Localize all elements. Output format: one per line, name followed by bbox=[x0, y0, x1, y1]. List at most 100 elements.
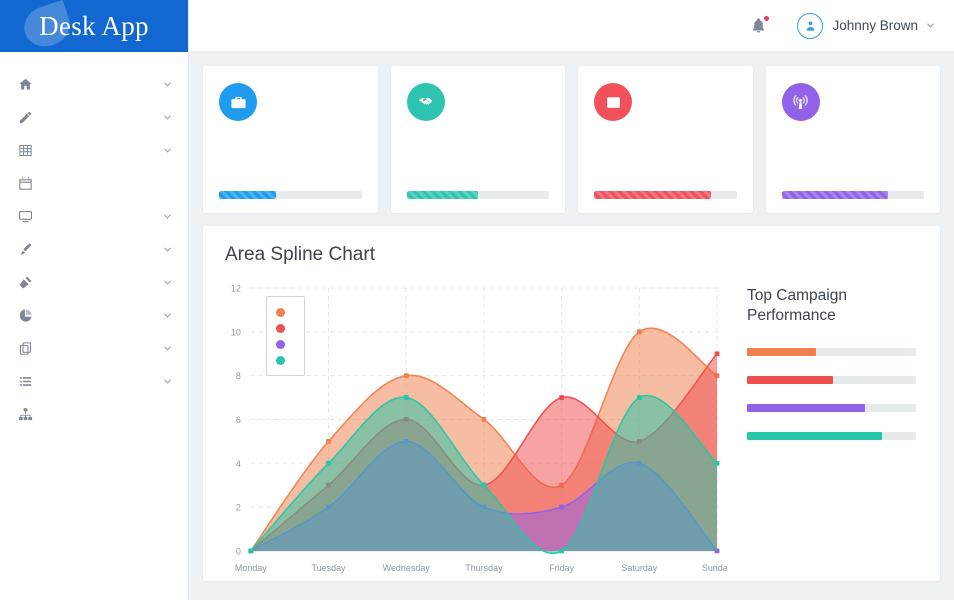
list-icon bbox=[18, 373, 42, 391]
progress-fill bbox=[407, 191, 478, 199]
svg-text:Friday: Friday bbox=[549, 563, 574, 573]
chart-legend bbox=[266, 296, 305, 376]
calendar-icon bbox=[18, 175, 42, 193]
brand-logo[interactable]: Desk App bbox=[0, 0, 188, 52]
campaign-progress-fill bbox=[747, 376, 833, 384]
sidebar-item-sitemap[interactable] bbox=[0, 398, 188, 431]
top-campaign-performance: Top Campaign Performance bbox=[735, 274, 940, 581]
stat-card bbox=[391, 66, 566, 213]
svg-text:10: 10 bbox=[231, 327, 241, 337]
stat-card-meta bbox=[445, 81, 550, 82]
sidebar-item-tables[interactable] bbox=[0, 134, 188, 167]
topbar: Johnny Brown bbox=[189, 0, 954, 52]
chevron-down-icon[interactable] bbox=[162, 145, 174, 157]
campaign-progress-fill bbox=[747, 432, 882, 440]
stat-card bbox=[578, 66, 753, 213]
sidebar-item-charts[interactable] bbox=[0, 299, 188, 332]
window-icon bbox=[594, 83, 632, 121]
stat-card-meta bbox=[632, 81, 737, 82]
svg-text:6: 6 bbox=[236, 415, 241, 425]
campaign-item bbox=[747, 348, 916, 356]
stat-card-progress bbox=[594, 186, 737, 199]
campaign-item bbox=[747, 404, 916, 412]
campaign-progress-track bbox=[747, 348, 916, 356]
progress-track bbox=[407, 191, 550, 199]
stat-card bbox=[766, 66, 941, 213]
legend-item[interactable] bbox=[276, 304, 292, 320]
sidebar-item-forms[interactable] bbox=[0, 101, 188, 134]
notification-badge-dot bbox=[764, 16, 769, 21]
campaign-list bbox=[747, 348, 916, 440]
brand-name: Desk App bbox=[39, 11, 149, 42]
pencil-icon bbox=[18, 109, 42, 127]
svg-text:0: 0 bbox=[236, 546, 241, 556]
chevron-down-icon[interactable] bbox=[162, 244, 174, 256]
sidebar: Desk App bbox=[0, 0, 189, 600]
copy-icon bbox=[18, 340, 42, 358]
chevron-down-icon[interactable] bbox=[162, 376, 174, 388]
stat-card-progress bbox=[782, 186, 925, 199]
chevron-down-icon[interactable] bbox=[162, 310, 174, 322]
stat-cards bbox=[203, 66, 940, 213]
stat-card-progress bbox=[219, 186, 362, 199]
content: Area Spline Chart 024681012MondayTuesday… bbox=[189, 52, 954, 600]
progress-fill bbox=[219, 191, 276, 199]
chevron-down-icon[interactable] bbox=[162, 277, 174, 289]
progress-track bbox=[594, 191, 737, 199]
notifications-button[interactable] bbox=[750, 17, 767, 34]
monitor-icon bbox=[18, 208, 42, 226]
sidebar-item-extra-pages[interactable] bbox=[0, 332, 188, 365]
handshake-icon bbox=[407, 83, 445, 121]
chevron-down-icon[interactable] bbox=[162, 79, 174, 91]
legend-color-dot bbox=[276, 324, 285, 333]
legend-item[interactable] bbox=[276, 336, 292, 352]
campaign-item bbox=[747, 432, 916, 440]
legend-item[interactable] bbox=[276, 352, 292, 368]
legend-color-dot bbox=[276, 356, 285, 365]
svg-text:12: 12 bbox=[231, 284, 241, 294]
chevron-down-icon[interactable] bbox=[162, 112, 174, 124]
plug-icon bbox=[18, 274, 42, 292]
area-spline-chart[interactable]: 024681012MondayTuesdayWednesdayThursdayF… bbox=[203, 274, 735, 581]
sidebar-item-calendar[interactable] bbox=[0, 167, 188, 200]
sidebar-item-ui-elements[interactable] bbox=[0, 200, 188, 233]
svg-text:Monday: Monday bbox=[235, 563, 267, 573]
svg-text:Thursday: Thursday bbox=[465, 563, 503, 573]
paint-brush-icon bbox=[18, 241, 42, 259]
chevron-down-icon bbox=[925, 20, 936, 31]
svg-text:2: 2 bbox=[236, 503, 241, 513]
legend-item[interactable] bbox=[276, 320, 292, 336]
legend-color-dot bbox=[276, 340, 285, 349]
pie-chart-icon bbox=[18, 307, 42, 325]
svg-text:Wednesday: Wednesday bbox=[383, 563, 431, 573]
svg-text:Sunday: Sunday bbox=[702, 563, 727, 573]
svg-text:4: 4 bbox=[236, 459, 241, 469]
user-menu[interactable]: Johnny Brown bbox=[797, 13, 936, 39]
svg-text:Saturday: Saturday bbox=[621, 563, 657, 573]
sidebar-item-additional-pages[interactable] bbox=[0, 266, 188, 299]
sidebar-item-icons[interactable] bbox=[0, 233, 188, 266]
campaign-progress-fill bbox=[747, 348, 816, 356]
sidebar-nav bbox=[0, 52, 188, 431]
sidebar-item-multi-level-menu[interactable] bbox=[0, 365, 188, 398]
sidebar-item-home[interactable] bbox=[0, 68, 188, 101]
stat-card-progress bbox=[407, 186, 550, 199]
stat-card-top bbox=[782, 81, 925, 121]
home-icon bbox=[18, 76, 42, 94]
stat-card bbox=[203, 66, 378, 213]
app-root: Desk App Johnny Brown bbox=[0, 0, 954, 600]
chart-panel: Area Spline Chart 024681012MondayTuesday… bbox=[203, 226, 940, 581]
chevron-down-icon[interactable] bbox=[162, 343, 174, 355]
campaign-item bbox=[747, 376, 916, 384]
stat-card-meta bbox=[820, 81, 925, 82]
progress-fill bbox=[594, 191, 711, 199]
progress-track bbox=[782, 191, 925, 199]
stat-card-top bbox=[407, 81, 550, 121]
sitemap-icon bbox=[18, 406, 42, 424]
stat-card-top bbox=[219, 81, 362, 121]
campaign-progress-track bbox=[747, 404, 916, 412]
user-circle-icon bbox=[804, 19, 817, 32]
broadcast-icon bbox=[782, 83, 820, 121]
chevron-down-icon[interactable] bbox=[162, 211, 174, 223]
panel-body: 024681012MondayTuesdayWednesdayThursdayF… bbox=[203, 274, 940, 581]
